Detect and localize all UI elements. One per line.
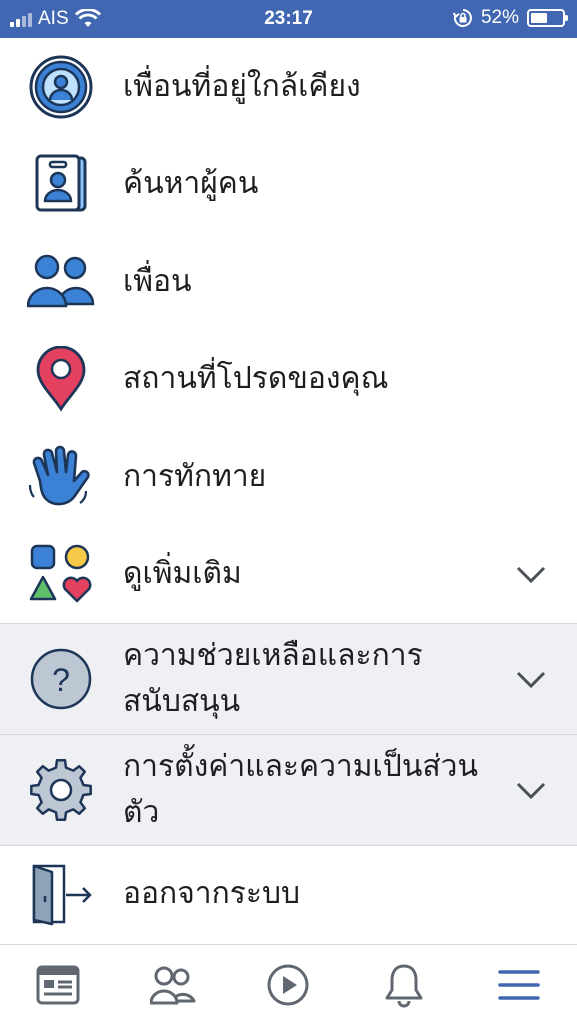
menu-list: เพื่อนที่อยู่ใกล้เคียง ค้นหาผู้คน เพื่อน xyxy=(0,38,577,942)
svg-text:?: ? xyxy=(52,662,70,698)
menu-item-see-more[interactable]: ดูเพิ่มเติม xyxy=(0,525,577,623)
menu-item-label: สถานที่โปรดของคุณ xyxy=(123,361,389,397)
tab-watch[interactable] xyxy=(258,955,318,1015)
battery-percent: 52% xyxy=(480,7,519,28)
chevron-down-icon[interactable] xyxy=(515,663,547,695)
watch-icon xyxy=(267,964,309,1005)
menu-item-label: ค้นหาผู้คน xyxy=(123,166,259,202)
notifications-bell-icon xyxy=(385,964,423,1007)
chevron-down-icon[interactable] xyxy=(515,558,547,590)
friends-icon xyxy=(27,248,95,316)
find-people-icon xyxy=(27,150,95,218)
menu-item-help-support[interactable]: ? ความช่วยเหลือและการสนับสนุน xyxy=(0,623,577,734)
tab-bar xyxy=(0,944,577,1024)
menu-item-nearby-friends[interactable]: เพื่อนที่อยู่ใกล้เคียง xyxy=(0,38,577,136)
battery-icon xyxy=(527,9,568,27)
status-right: 52% xyxy=(452,7,568,29)
friends-tab-icon xyxy=(150,966,196,1004)
shapes-icon xyxy=(27,540,95,608)
menu-item-settings-privacy[interactable]: การตั้งค่าและความเป็นส่วนตัว xyxy=(0,734,577,845)
gear-icon xyxy=(27,756,95,824)
menu-item-label: เพื่อนที่อยู่ใกล้เคียง xyxy=(123,68,361,104)
location-pin-icon xyxy=(27,345,95,413)
nearby-friends-icon xyxy=(27,53,95,121)
menu-item-label: ดูเพิ่มเติม xyxy=(123,556,242,592)
menu-item-label: การตั้งค่าและความเป็นส่วนตัว xyxy=(123,749,479,830)
menu-item-friends[interactable]: เพื่อน xyxy=(0,233,577,331)
chevron-down-icon[interactable] xyxy=(515,774,547,806)
tab-menu[interactable] xyxy=(489,955,549,1015)
tab-notifications[interactable] xyxy=(374,955,434,1015)
logout-door-icon xyxy=(27,860,95,928)
menu-item-label: การทักทาย xyxy=(123,458,267,494)
battery-fill xyxy=(531,13,547,23)
menu-item-logout[interactable]: ออกจากระบบ xyxy=(0,845,577,942)
menu-item-label: เพื่อน xyxy=(123,263,192,299)
menu-item-label: ความช่วยเหลือและการสนับสนุน xyxy=(123,638,423,719)
wave-hand-icon xyxy=(27,443,95,511)
orientation-lock-icon xyxy=(452,9,472,27)
menu-hamburger-icon xyxy=(498,969,540,1000)
status-bar: AIS 23:17 52% xyxy=(0,0,577,38)
news-feed-icon xyxy=(36,965,80,1004)
menu-item-find-people[interactable]: ค้นหาผู้คน xyxy=(0,135,577,233)
menu-item-label: ออกจากระบบ xyxy=(123,876,301,911)
tab-news-feed[interactable] xyxy=(28,955,88,1015)
question-icon: ? xyxy=(27,645,95,713)
menu-item-favorite-places[interactable]: สถานที่โปรดของคุณ xyxy=(0,330,577,428)
menu-item-pokes[interactable]: การทักทาย xyxy=(0,428,577,526)
tab-friends[interactable] xyxy=(143,955,203,1015)
